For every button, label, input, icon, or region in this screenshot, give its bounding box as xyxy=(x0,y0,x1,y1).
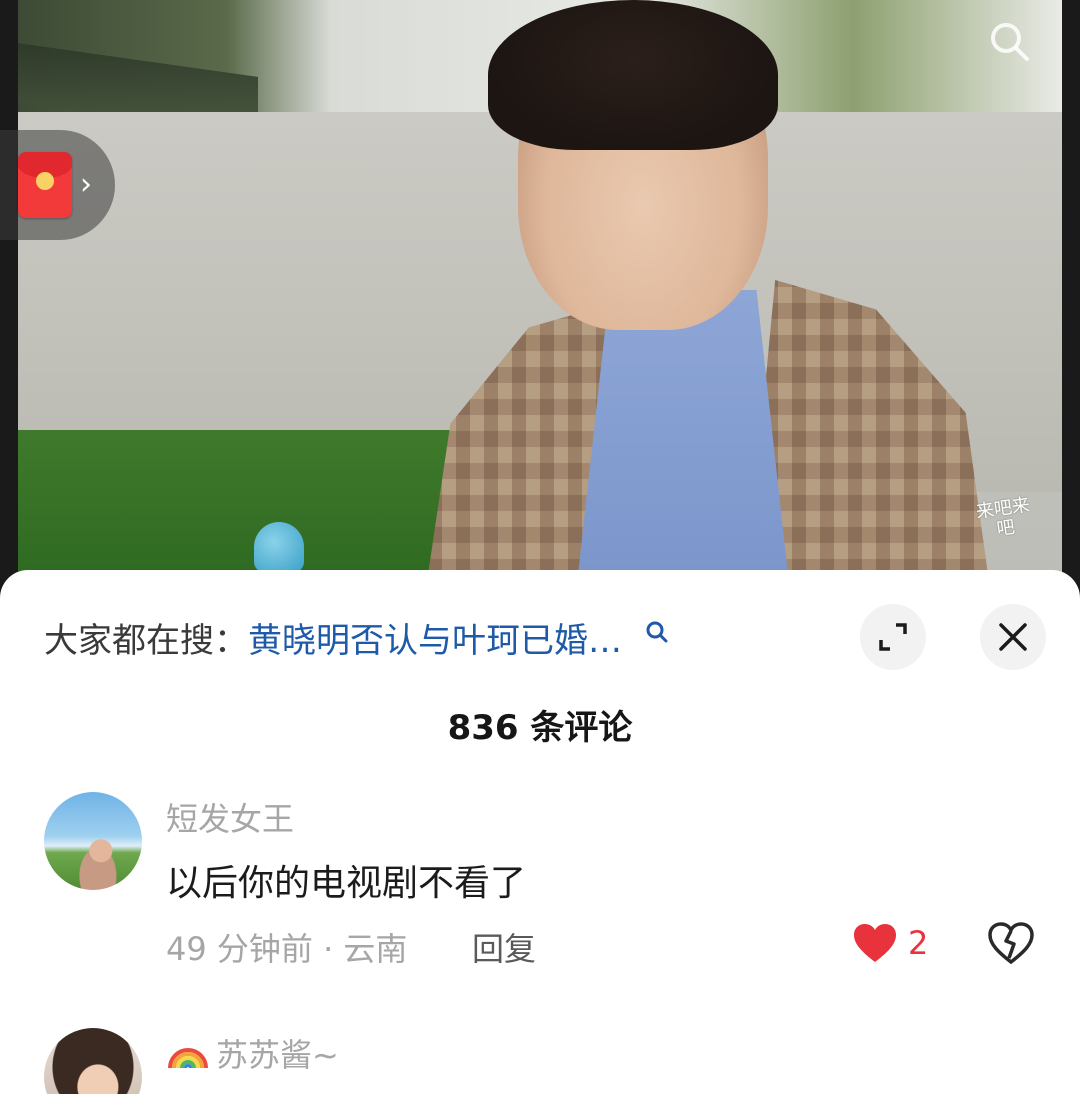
trending-search-query[interactable]: 黄晓明否认与叶珂已婚… xyxy=(248,613,622,662)
show-watermark-logo: 来吧来吧 xyxy=(974,494,1032,541)
chevron-right-icon: › xyxy=(80,167,92,202)
search-icon[interactable] xyxy=(986,18,1032,64)
dislike-button[interactable] xyxy=(988,922,1034,968)
reply-button[interactable]: 回复 xyxy=(472,924,536,970)
red-packet-entry[interactable]: › xyxy=(0,130,115,240)
video-background-toy xyxy=(254,522,304,572)
comment-time-location: 49 分钟前 · 云南 xyxy=(166,930,408,968)
red-envelope-coin xyxy=(36,172,54,190)
comment-item: 苏苏酱~ xyxy=(44,1028,1044,1094)
expand-button[interactable] xyxy=(860,604,926,670)
avatar[interactable] xyxy=(44,792,142,890)
app-screen: 来吧来吧 › 大家都在搜： 黄晓明否认与叶珂已婚… 836 条评论 短发女王 以… xyxy=(0,0,1080,1094)
trending-search-row[interactable]: 大家都在搜： 黄晓明否认与叶珂已婚… xyxy=(44,612,844,662)
comment-item: 短发女王 以后你的电视剧不看了 49 分钟前 · 云南 回复 2 xyxy=(44,792,1044,968)
comment-username: 苏苏酱~ xyxy=(216,1036,339,1074)
comment-username[interactable]: 短发女王 xyxy=(166,794,294,840)
like-button[interactable]: 2 xyxy=(852,922,928,964)
close-button[interactable] xyxy=(980,604,1046,670)
video-person-hair xyxy=(488,0,778,150)
video-background-grass xyxy=(18,430,488,575)
rainbow-icon xyxy=(168,1048,208,1069)
search-small-icon[interactable] xyxy=(644,619,670,645)
comment-text[interactable]: 以后你的电视剧不看了 xyxy=(166,854,526,906)
avatar[interactable] xyxy=(44,1028,142,1094)
red-envelope-icon xyxy=(18,152,72,218)
comment-count-title: 836 条评论 xyxy=(447,708,633,748)
expand-icon xyxy=(879,623,907,651)
comment-username-row[interactable]: 苏苏酱~ xyxy=(166,1030,339,1076)
video-person-shirt xyxy=(578,290,788,575)
broken-heart-icon xyxy=(988,922,1034,965)
close-icon xyxy=(999,623,1027,651)
video-player[interactable]: 来吧来吧 xyxy=(18,0,1062,575)
comment-sheet: 大家都在搜： 黄晓明否认与叶珂已婚… 836 条评论 短发女王 以后你的电视剧不… xyxy=(0,570,1080,1094)
trending-search-prefix: 大家都在搜： xyxy=(44,620,248,661)
like-count: 2 xyxy=(908,924,929,962)
heart-filled-icon xyxy=(854,924,896,962)
